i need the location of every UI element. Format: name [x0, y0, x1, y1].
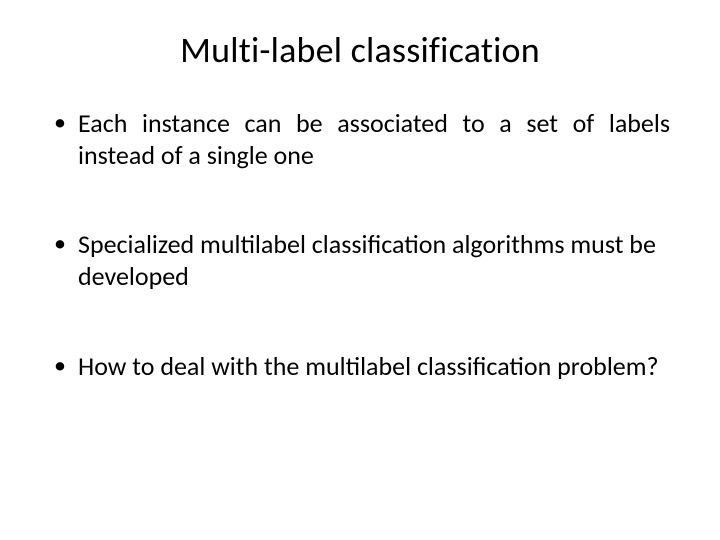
bullet-list: Each instance can be associated to a set… — [50, 108, 670, 383]
bullet-item: Each instance can be associated to a set… — [50, 108, 670, 171]
bullet-item: How to deal with the multilabel classifi… — [50, 351, 670, 383]
slide-title: Multi-label classification — [50, 28, 670, 72]
bullet-item: Specialized multilabel classification al… — [50, 229, 670, 292]
slide: Multi-label classification Each instance… — [0, 0, 720, 540]
slide-body: Each instance can be associated to a set… — [50, 108, 670, 500]
